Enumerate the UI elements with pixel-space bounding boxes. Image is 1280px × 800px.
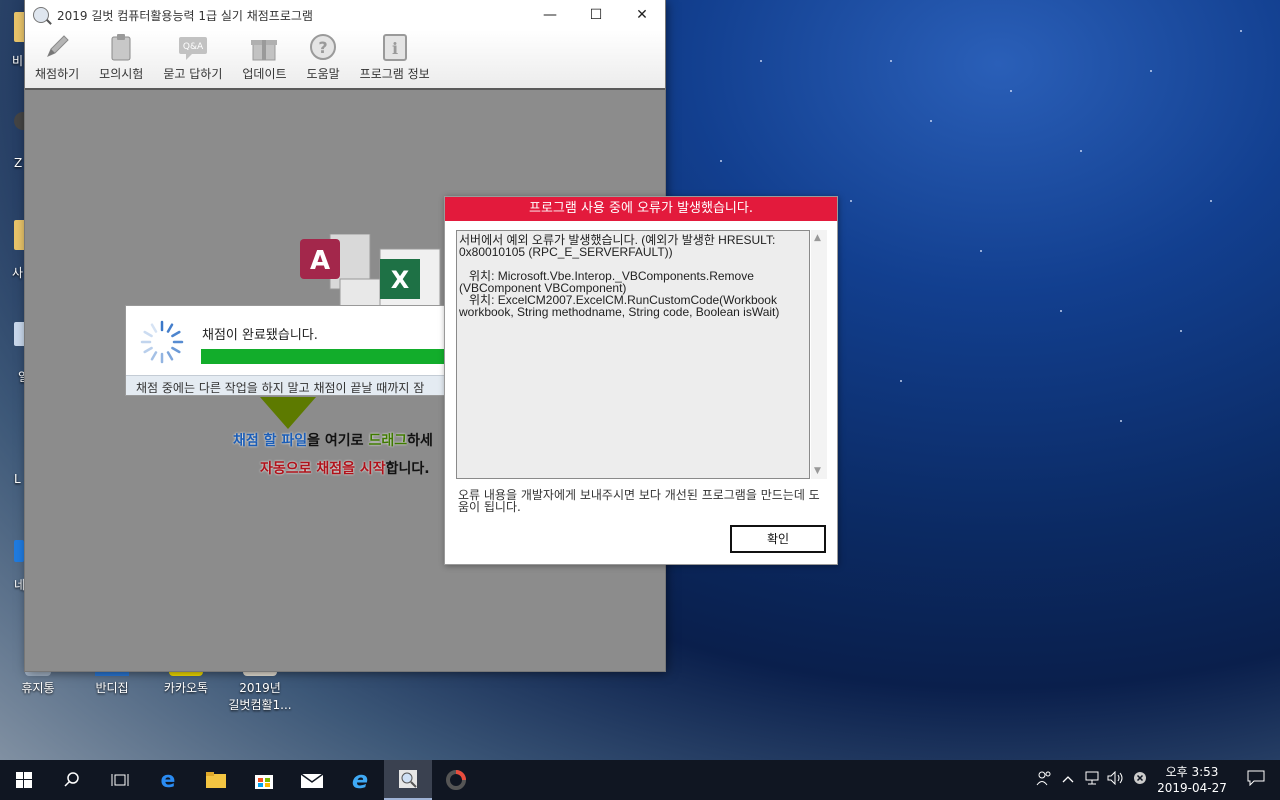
search-button[interactable] xyxy=(48,760,96,800)
task-view-button[interactable] xyxy=(96,760,144,800)
notification-center-button[interactable] xyxy=(1232,770,1280,790)
desktop-icon-partial[interactable]: Z xyxy=(0,112,32,170)
taskbar-file-explorer[interactable] xyxy=(192,760,240,800)
toolbar-grade-button[interactable]: 채점하기 xyxy=(35,32,79,88)
ok-button[interactable]: 확인 xyxy=(730,525,826,553)
store-icon xyxy=(255,775,273,789)
clock[interactable]: 오후 3:53 2019-04-27 xyxy=(1152,764,1232,796)
svg-text:i: i xyxy=(392,39,398,58)
network-icon[interactable] xyxy=(1080,771,1104,789)
help-icon: ? xyxy=(307,32,339,62)
toolbar-program-info-button[interactable]: i 프로그램 정보 xyxy=(360,32,430,88)
scroll-down-icon[interactable]: ▼ xyxy=(814,466,821,476)
people-icon[interactable] xyxy=(1032,770,1056,790)
task-view-icon xyxy=(111,774,129,786)
clock-date: 2019-04-27 xyxy=(1157,781,1227,795)
svg-text:?: ? xyxy=(318,38,327,57)
desktop-icon-partial[interactable]: 일 xyxy=(0,322,30,385)
taskbar-mail[interactable] xyxy=(288,760,336,800)
taskbar-app[interactable] xyxy=(432,760,480,800)
search-icon xyxy=(64,772,79,787)
error-dialog-title: 프로그램 사용 중에 오류가 발생했습니다. xyxy=(445,197,837,221)
qa-icon: Q&A xyxy=(177,32,209,62)
magnifier-icon xyxy=(399,770,417,788)
error-details-textbox[interactable]: 서버에서 예외 오류가 발생했습니다. (예외가 발생한 HRESULT: 0x… xyxy=(456,230,810,479)
start-button[interactable] xyxy=(0,760,48,800)
title-bar[interactable]: 2019 길벗 컴퓨터활용능력 1급 실기 채점프로그램 — ☐ ✕ xyxy=(25,0,665,30)
notification-icon xyxy=(1247,770,1265,787)
desktop-icon-partial[interactable]: 비 xyxy=(0,12,38,69)
grading-progress-popup: 채점이 완료됐습니다. 채점 중에는 다른 작업을 하지 말고 채점이 끝날 때… xyxy=(125,305,455,396)
arrow-down-icon xyxy=(260,397,316,429)
desktop-icon-partial[interactable]: 사 xyxy=(0,220,38,281)
error-status-icon[interactable] xyxy=(1128,771,1152,789)
toolbar-mock-exam-button[interactable]: 모의시험 xyxy=(99,32,143,88)
toolbar-qa-button[interactable]: Q&A 묻고 답하기 xyxy=(163,32,222,88)
taskbar-internet-explorer[interactable]: e xyxy=(336,760,384,800)
windows-logo-icon xyxy=(16,772,32,788)
volume-icon[interactable] xyxy=(1104,770,1128,789)
drop-instruction-line1: 채점 할 파일을 여기로 드래그하세 xyxy=(233,433,433,449)
toolbar-update-button[interactable]: 업데이트 xyxy=(242,32,287,88)
error-note: 오류 내용을 개발자에게 보내주시면 보다 개선된 프로그램을 만드는데 도움이… xyxy=(458,488,820,514)
info-icon: i xyxy=(379,32,411,62)
pencil-icon xyxy=(41,32,73,62)
folder-icon xyxy=(206,772,226,788)
progress-message: 채점이 완료됐습니다. xyxy=(202,328,318,343)
toolbar-help-button[interactable]: ? 도움말 xyxy=(307,32,340,88)
internet-explorer-icon: e xyxy=(351,766,369,794)
taskbar-grading-program[interactable] xyxy=(384,760,432,800)
maximize-button[interactable]: ☐ xyxy=(573,0,619,30)
mail-icon xyxy=(300,773,324,788)
app-ring-icon xyxy=(446,770,466,790)
svg-text:X: X xyxy=(391,266,410,294)
toolbar: 채점하기 모의시험 Q&A 묻고 답하기 업데이트 ? 도움말 i 프로그램 정… xyxy=(25,30,665,90)
chevron-up-icon[interactable] xyxy=(1056,773,1080,788)
taskbar: e e 오후 3:53 2019-04-27 xyxy=(0,760,1280,800)
clipboard-icon xyxy=(105,32,137,62)
taskbar-edge[interactable]: e xyxy=(144,760,192,800)
desktop-icon-partial[interactable]: L xyxy=(0,450,26,486)
progress-footer-text: 채점 중에는 다른 작업을 하지 말고 채점이 끝날 때까지 잠 xyxy=(126,375,454,395)
clock-time: 오후 3:53 xyxy=(1165,765,1219,779)
loading-spinner-icon xyxy=(140,320,184,364)
scroll-up-icon[interactable]: ▲ xyxy=(814,233,821,243)
progress-bar xyxy=(201,349,454,364)
svg-text:Q&A: Q&A xyxy=(183,42,204,52)
error-details-scrollbar[interactable]: ▲ ▼ xyxy=(811,230,827,479)
svg-text:A: A xyxy=(310,246,330,276)
minimize-button[interactable]: — xyxy=(527,0,573,30)
gift-icon xyxy=(248,32,280,62)
network-icon xyxy=(14,540,24,562)
taskbar-store[interactable] xyxy=(240,760,288,800)
desktop-icon-partial[interactable]: 네 xyxy=(0,540,26,593)
edge-icon: e xyxy=(160,767,176,793)
error-dialog: 프로그램 사용 중에 오류가 발생했습니다. 서버에서 예외 오류가 발생했습니… xyxy=(444,196,838,565)
system-tray: 오후 3:53 2019-04-27 xyxy=(1032,760,1280,800)
close-button[interactable]: ✕ xyxy=(619,0,665,30)
drop-instruction-line2: 자동으로 채점을 시작합니다. xyxy=(260,461,430,477)
desktop-icon-gilbut[interactable]: 2019년 길벗컴활1... xyxy=(224,664,296,713)
office-files-illustration: A X xyxy=(300,233,450,314)
window-title: 2019 길벗 컴퓨터활용능력 1급 실기 채점프로그램 xyxy=(57,8,313,23)
magnifier-icon xyxy=(33,7,49,23)
